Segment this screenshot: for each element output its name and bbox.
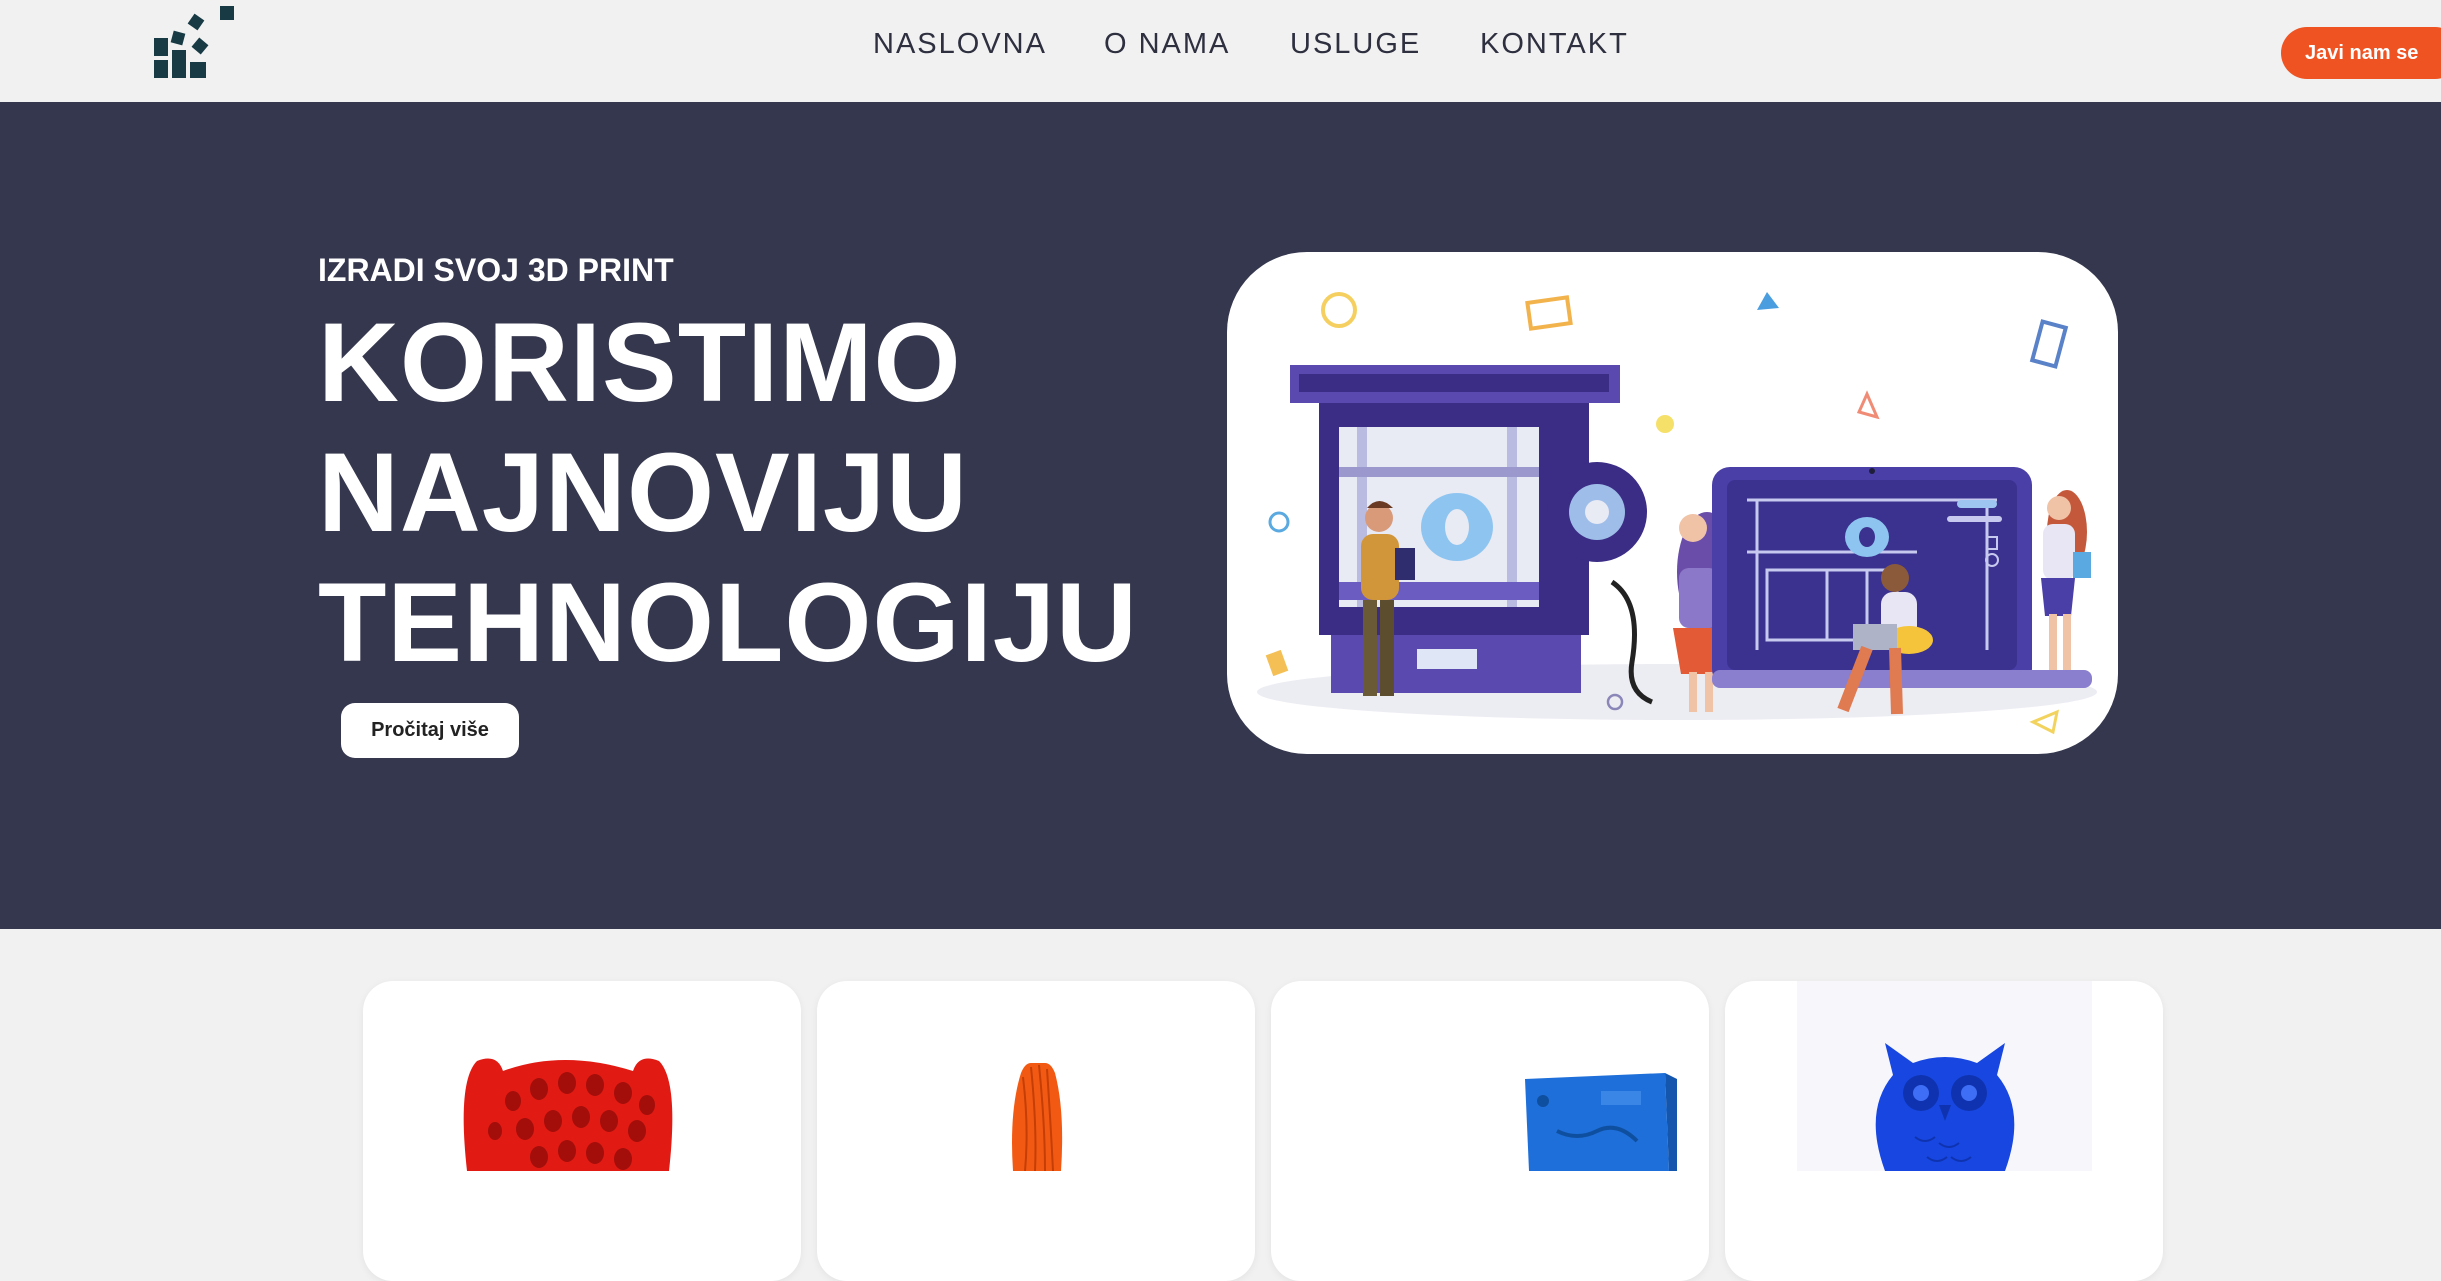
product-card[interactable]: [1725, 981, 2163, 1281]
nav-item-kontakt[interactable]: KONTAKT: [1480, 28, 1629, 61]
orange-twisted-vase-print: [1012, 1063, 1063, 1171]
contact-cta-button[interactable]: Javi nam se: [2281, 27, 2441, 79]
blue-mold-plate-print: [1525, 1073, 1677, 1171]
hero-headline-line-3: TEHNOLOGIJU: [318, 560, 1138, 685]
hero-section: IZRADI SVOJ 3D PRINT KORISTIMO NAJNOVIJU…: [0, 102, 2441, 929]
product-card[interactable]: [1271, 981, 1709, 1281]
nav-item-usluge[interactable]: USLUGE: [1290, 28, 1421, 61]
hero-headline-line-2: NAJNOVIJU: [318, 430, 969, 555]
blue-owl-print: [1797, 981, 2092, 1171]
hero-headline: KORISTIMO NAJNOVIJU TEHNOLOGIJU: [318, 298, 1218, 688]
main-nav: NASLOVNA O NAMA USLUGE KONTAKT: [0, 28, 2441, 68]
product-card[interactable]: [363, 981, 801, 1281]
nav-item-o-nama[interactable]: O NAMA: [1104, 28, 1230, 61]
hero-headline-line-1: KORISTIMO: [318, 300, 962, 425]
3d-printing-team-illustration: [1257, 292, 2097, 735]
red-lattice-print: [463, 1058, 673, 1171]
product-cards: [0, 929, 2441, 1281]
site-header: NASLOVNA O NAMA USLUGE KONTAKT Javi nam …: [0, 0, 2441, 102]
product-card[interactable]: [817, 981, 1255, 1281]
read-more-button[interactable]: Pročitaj više: [341, 703, 519, 758]
hero-eyebrow: IZRADI SVOJ 3D PRINT: [318, 252, 674, 288]
nav-item-naslovna[interactable]: NASLOVNA: [873, 28, 1047, 61]
hero-illustration: [1227, 252, 2118, 754]
